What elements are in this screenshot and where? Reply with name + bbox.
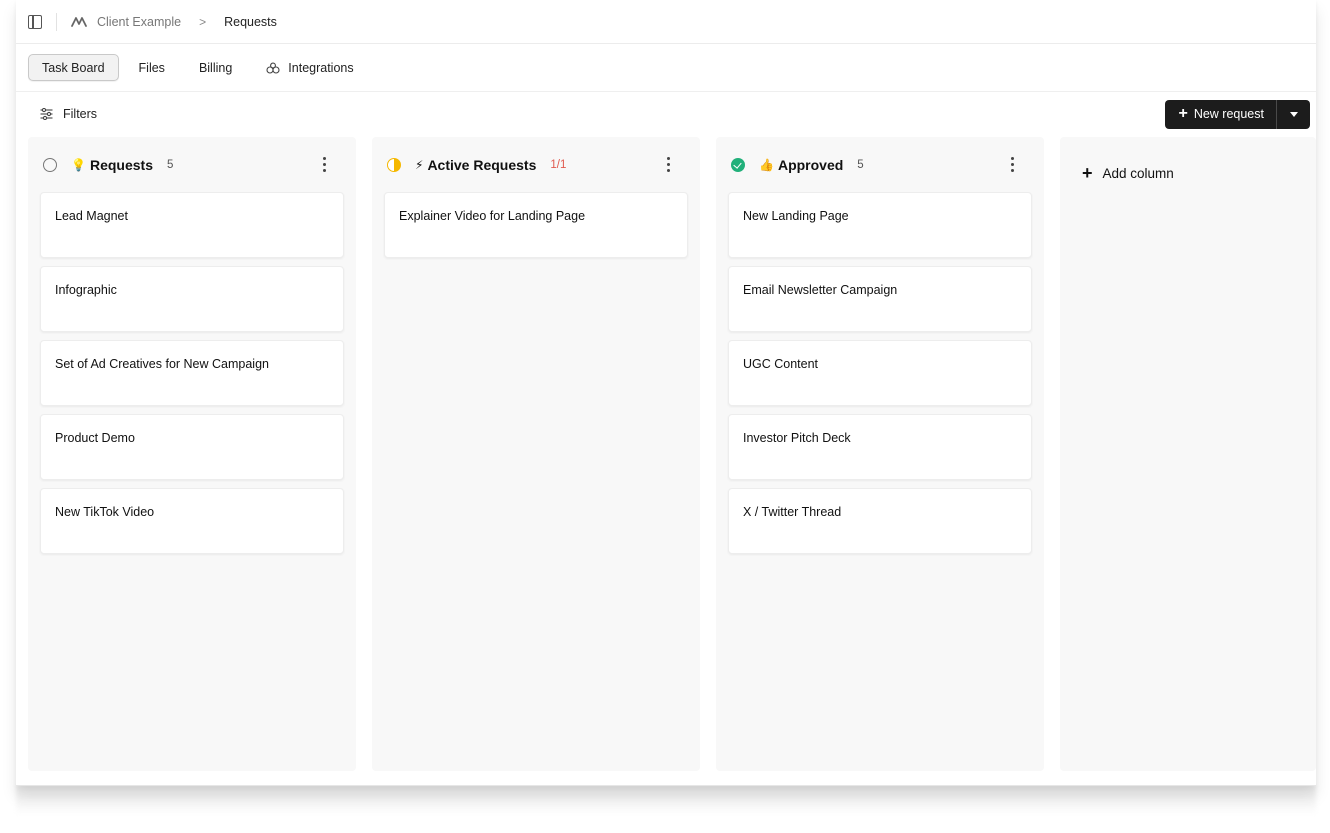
column-menu-button[interactable]	[1007, 155, 1019, 175]
column-title: Requests	[89, 156, 153, 173]
window-shadow	[16, 786, 1316, 816]
new-request-label: New request	[1193, 107, 1264, 121]
add-column-area: + Add column	[1060, 137, 1316, 771]
add-column-label: Add column	[1102, 165, 1174, 181]
add-column-button[interactable]: + Add column	[1060, 137, 1316, 182]
plus-icon: +	[1082, 163, 1093, 183]
new-request-dropdown-button[interactable]	[1276, 99, 1310, 129]
tab-label: Files	[138, 60, 165, 75]
tab-billing[interactable]: Billing	[185, 54, 246, 81]
card-title: New TikTok Video	[55, 505, 155, 519]
column-header: ⚡ Active Requests 1/1	[384, 137, 688, 192]
card-title: Investor Pitch Deck	[743, 431, 851, 445]
status-in-progress-icon	[387, 157, 401, 172]
chevron-down-icon	[1289, 111, 1298, 117]
divider	[56, 12, 57, 31]
column-count: 5	[166, 158, 174, 171]
request-card[interactable]: Investor Pitch Deck	[728, 414, 1032, 480]
card-title: New Landing Page	[743, 209, 849, 223]
sliders-icon	[40, 108, 53, 120]
board-column-active-requests: ⚡ Active Requests 1/1 Explainer Video fo…	[372, 137, 700, 771]
column-menu-button[interactable]	[663, 155, 675, 175]
tab-integrations[interactable]: Integrations	[252, 54, 367, 81]
request-card[interactable]: Explainer Video for Landing Page	[384, 192, 688, 258]
filters-button[interactable]: Filters	[40, 107, 97, 121]
tab-bar: Task Board Files Billing Integrations	[16, 44, 1316, 92]
request-card[interactable]: New TikTok Video	[40, 488, 344, 554]
breadcrumb-current: Requests	[224, 14, 277, 29]
column-title: Active Requests	[427, 156, 537, 173]
tab-label: Billing	[198, 60, 233, 75]
column-wip-limit: 1/1	[550, 158, 567, 171]
thumbs-up-icon: 👍	[759, 157, 774, 172]
request-card[interactable]: Email Newsletter Campaign	[728, 266, 1032, 332]
plus-icon: +	[1178, 105, 1188, 122]
card-title: Product Demo	[55, 431, 135, 445]
card-title: Lead Magnet	[55, 209, 128, 223]
breadcrumb-workspace[interactable]: Client Example	[97, 15, 181, 29]
card-title: Email Newsletter Campaign	[743, 283, 898, 297]
request-card[interactable]: Lead Magnet	[40, 192, 344, 258]
lightbulb-icon: 💡	[71, 157, 86, 172]
new-request-split-button: + New request	[1165, 99, 1310, 129]
task-board: 💡 Requests 5 Lead Magnet Infographic Set…	[28, 137, 1316, 771]
column-title: Approved	[777, 156, 844, 173]
tab-files[interactable]: Files	[125, 54, 179, 81]
sidebar-toggle-icon[interactable]	[28, 14, 42, 29]
board-column-requests: 💡 Requests 5 Lead Magnet Infographic Set…	[28, 137, 356, 771]
tab-label: Integrations	[288, 60, 354, 75]
card-title: Infographic	[55, 283, 117, 297]
card-title: Explainer Video for Landing Page	[399, 209, 586, 223]
request-card[interactable]: New Landing Page	[728, 192, 1032, 258]
card-title: Set of Ad Creatives for New Campaign	[55, 357, 269, 371]
card-title: UGC Content	[743, 357, 819, 371]
top-bar: Client Example > Requests	[16, 0, 1316, 44]
request-card[interactable]: Infographic	[40, 266, 344, 332]
workspace-logo-icon	[71, 16, 87, 27]
request-card[interactable]: X / Twitter Thread	[728, 488, 1032, 554]
tab-task-board[interactable]: Task Board	[28, 54, 119, 81]
toolbar: Filters + New request	[16, 92, 1316, 136]
column-menu-button[interactable]	[319, 155, 331, 175]
board-column-approved: 👍 Approved 5 New Landing Page Email News…	[716, 137, 1044, 771]
column-count: 5	[857, 158, 864, 171]
status-open-icon	[43, 157, 57, 172]
column-header: 👍 Approved 5	[728, 137, 1032, 192]
tab-label: Task Board	[42, 60, 105, 75]
request-card[interactable]: UGC Content	[728, 340, 1032, 406]
integrations-icon	[266, 62, 280, 74]
filters-label: Filters	[63, 107, 98, 121]
new-request-button[interactable]: + New request	[1165, 100, 1276, 129]
breadcrumb-separator: >	[199, 14, 207, 29]
status-done-icon	[731, 157, 745, 172]
lightning-icon: ⚡	[415, 157, 424, 172]
card-title: X / Twitter Thread	[743, 505, 842, 519]
column-header: 💡 Requests 5	[40, 137, 344, 192]
request-card[interactable]: Set of Ad Creatives for New Campaign	[40, 340, 344, 406]
request-card[interactable]: Product Demo	[40, 414, 344, 480]
app-window: Client Example > Requests Task Board Fil…	[16, 0, 1316, 786]
